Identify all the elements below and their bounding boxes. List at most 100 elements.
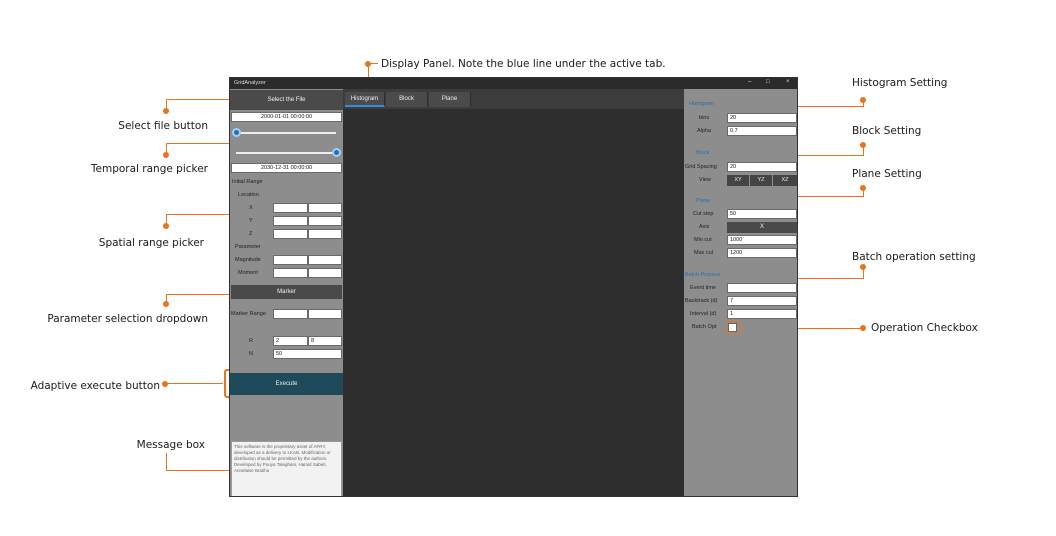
x-max-input[interactable] [308,203,342,213]
annotation-message-box: Message box [136,439,205,451]
moment-max-input[interactable] [308,268,342,278]
annotation-execute: Adaptive execute button [30,380,160,392]
x-label: X [249,205,253,211]
app-window: GridAnalyzer – □ × Select the File 2000-… [229,77,798,497]
tab-plane[interactable]: Plane [429,92,471,107]
execute-button[interactable]: Execute [230,373,343,395]
magnitude-max-input[interactable] [308,255,342,265]
z-max-input[interactable] [308,229,342,239]
start-slider-track [236,132,336,134]
magnitude-label: Magnitude [235,257,261,263]
max-cut-input[interactable]: 1200 [727,248,797,258]
parameter-label: Parameter [235,244,261,250]
view-yz-button[interactable]: YZ [750,175,773,186]
annotation-parameter-dropdown: Parameter selection dropdown [47,313,208,325]
annotation-line [166,470,230,471]
magnitude-min-input[interactable] [273,255,308,265]
view-label: View [699,177,711,183]
backtrack-input[interactable]: 7 [727,296,797,306]
cut-step-label: Cut step [693,211,714,217]
r-max-input[interactable]: 8 [308,336,342,346]
annotation-line [165,383,223,384]
grid-spacing-input[interactable]: 20 [727,162,797,172]
block-section-title: Block [696,150,710,156]
maximize-icon[interactable]: □ [766,79,770,85]
view-toggle-group: XY YZ XZ [727,175,797,186]
annotation-line [166,214,230,215]
alpha-label: Alpha [697,128,712,134]
r-label: R [249,338,253,344]
annotation-plane-setting: Plane Setting [852,168,922,180]
z-min-input[interactable] [273,229,308,239]
n-input[interactable]: 50 [273,349,342,359]
initial-range-label: Initial Range [232,179,263,185]
event-time-label: Event time [690,285,716,291]
tab-histogram[interactable]: Histogram [345,92,385,107]
marker-range-label: Marker Range [231,311,266,317]
bins-input[interactable]: 20 [727,113,797,123]
alpha-input[interactable]: 0.7 [727,126,797,136]
axis-label: Axis [699,224,710,230]
window-title: GridAnalyzer [234,80,266,86]
y-label: Y [249,218,253,224]
annotation-line [166,294,230,295]
annotation-line [166,453,167,470]
histogram-section-title: Histogram [689,101,715,107]
end-date-field[interactable]: 2030-12-31 00:00:00 [231,163,342,173]
start-date-field[interactable]: 2000-01-01 00:00:00 [231,112,342,122]
interval-input[interactable]: 1 [727,309,797,319]
moment-min-input[interactable] [273,268,308,278]
event-time-input[interactable] [727,283,797,293]
batch-section-title: Batch Process [685,272,721,278]
marker-range-min-input[interactable] [273,309,308,319]
annotation-line [166,143,230,144]
min-cut-label: Min cut [694,237,712,243]
end-slider-track [236,152,336,154]
left-panel: Select the File 2000-01-01 00:00:00 2030… [230,89,343,496]
moment-label: Moment [238,270,258,276]
marker-dropdown[interactable]: Marker [231,285,342,299]
display-panel: Histogram Block Plane [343,89,684,496]
batch-opt-label: Batch Opt [692,324,717,330]
annotation-select-file: Select file button [118,120,208,132]
end-slider-knob[interactable] [332,148,341,157]
start-slider-knob[interactable] [232,128,241,137]
interval-label: Interval (d) [690,311,717,317]
r-min-input[interactable]: 2 [273,336,308,346]
annotation-line [863,187,864,196]
grid-spacing-label: Grid Spacing [685,164,717,170]
annotation-line [166,214,167,224]
annotation-line [166,99,167,109]
annotation-block-setting: Block Setting [852,125,922,137]
cut-step-input[interactable]: 50 [727,209,797,219]
z-label: Z [249,231,253,237]
x-min-input[interactable] [273,203,308,213]
annotation-line [368,63,378,64]
minimize-icon[interactable]: – [748,79,751,85]
select-file-button[interactable]: Select the File [230,90,343,110]
plane-section-title: Plane [696,198,711,204]
checkbox-highlight-box [727,321,741,334]
y-min-input[interactable] [273,216,308,226]
annotation-operation-checkbox: Operation Checkbox [871,322,978,334]
backtrack-label: Backtrack (d) [685,298,718,304]
annotation-line [166,294,167,302]
right-panel: Histogram bins 20 Alpha 0.7 Block Grid S… [684,89,797,496]
annotation-spatial-range: Spatial range picker [98,237,204,249]
message-box: This software is the proprietary asset o… [231,441,342,496]
annotation-temporal-range: Temporal range picker [90,163,208,175]
tab-block[interactable]: Block [386,92,428,107]
close-icon[interactable]: × [786,79,790,85]
marker-range-max-input[interactable] [308,309,342,319]
axis-dropdown[interactable]: X [727,222,797,233]
bins-label: bins [699,115,710,121]
view-xz-button[interactable]: XZ [773,175,797,186]
annotation-line [166,99,230,100]
annotation-histogram-setting: Histogram Setting [852,77,948,89]
y-max-input[interactable] [308,216,342,226]
max-cut-label: Max cut [694,250,714,256]
view-xy-button[interactable]: XY [727,175,750,186]
location-label: Location [238,192,259,198]
min-cut-input[interactable]: 1000 [727,235,797,245]
annotation-dot [162,381,168,387]
